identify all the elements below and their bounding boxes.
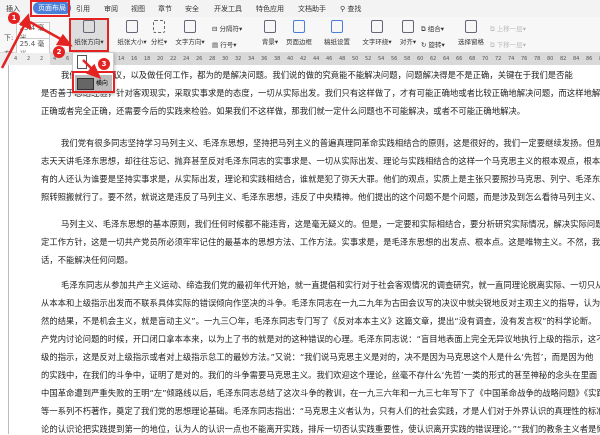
step-2-badge: 2: [53, 46, 65, 58]
annotation-arrows: [0, 13, 102, 80]
step-1-badge: 1: [8, 12, 20, 24]
step-3-badge: 3: [98, 58, 110, 70]
arrow-head-1: [18, 13, 32, 31]
arrow-1: [0, 21, 28, 69]
